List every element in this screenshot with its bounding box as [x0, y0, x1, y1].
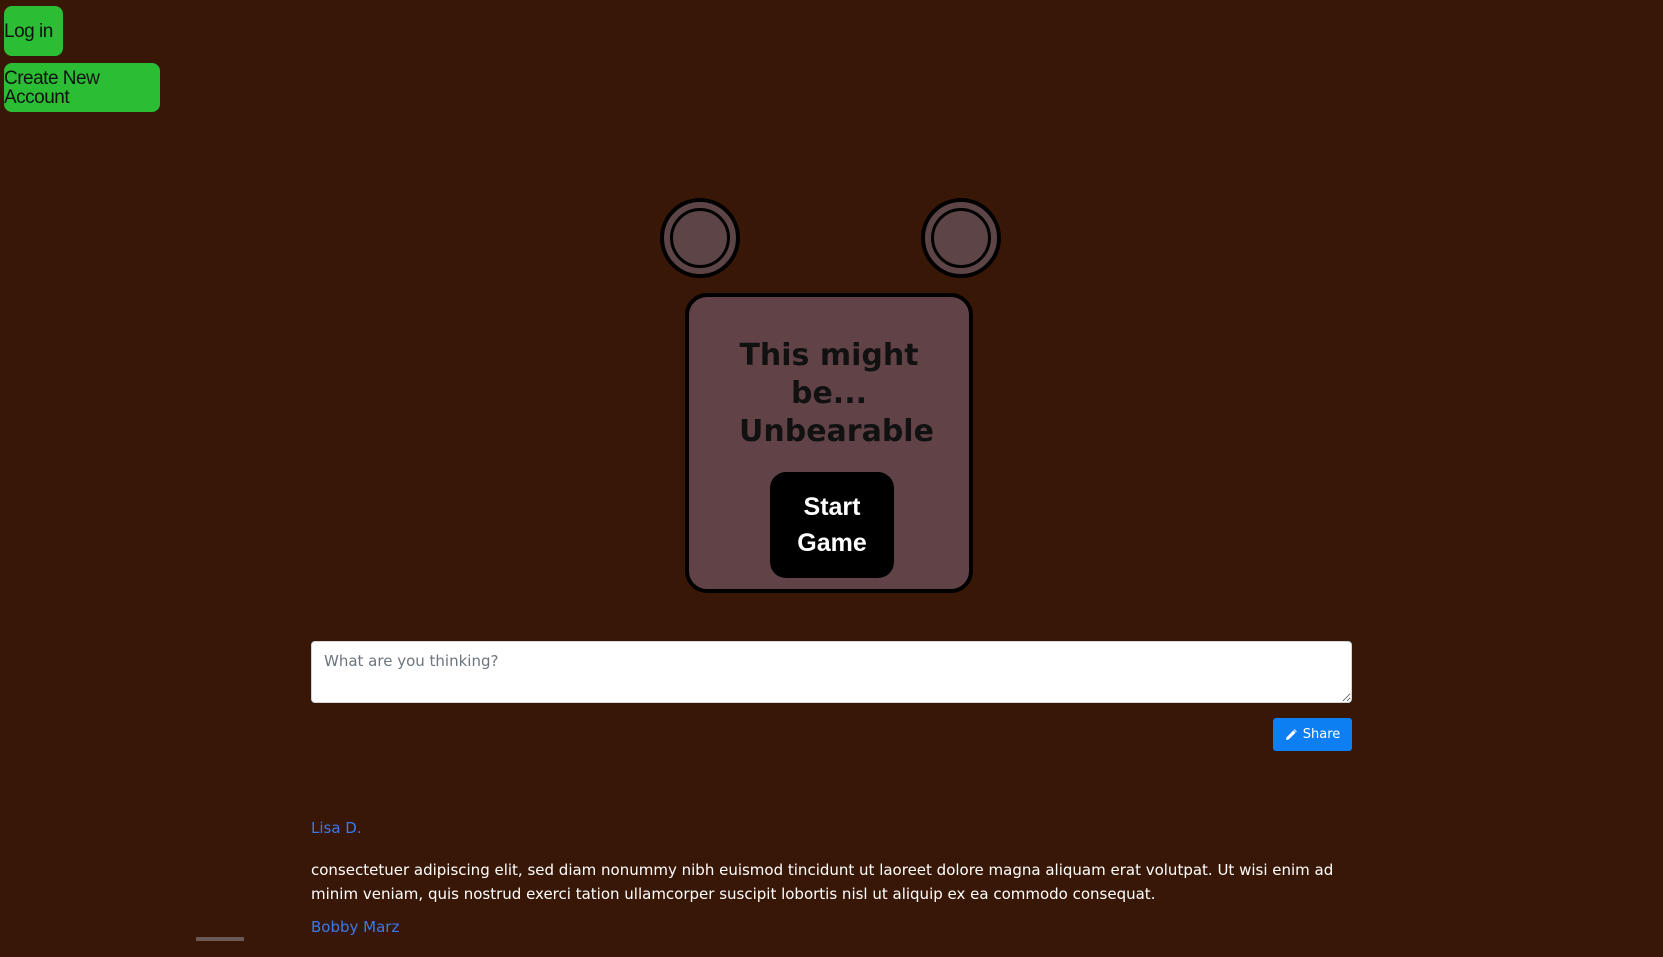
page-headline: This might be... Unbearable: [739, 338, 934, 449]
bear-left-ear: [660, 198, 740, 278]
bear-right-ear: [921, 198, 1001, 278]
post-input[interactable]: [311, 641, 1352, 703]
share-button[interactable]: Share: [1273, 718, 1352, 751]
comment-item: Bobby Marz: [311, 916, 1352, 938]
comment-author-link[interactable]: Lisa D.: [311, 817, 1352, 839]
comment-list: Lisa D. consectetuer adipiscing elit, se…: [311, 817, 1352, 957]
pencil-icon: [1285, 728, 1297, 741]
bear-face-panel: This might be... Unbearable Start Game: [685, 293, 973, 593]
login-button[interactable]: Log in: [4, 6, 63, 56]
start-game-button[interactable]: Start Game: [770, 472, 894, 578]
bear-graphic: This might be... Unbearable Start Game: [0, 0, 1663, 600]
comment-text: consectetuer adipiscing elit, sed diam n…: [311, 861, 1334, 903]
comment-author-link[interactable]: Bobby Marz: [311, 916, 1352, 938]
create-account-button[interactable]: Create New Account: [4, 63, 160, 112]
scrollbar-thumb[interactable]: [196, 937, 244, 941]
share-button-label: Share: [1302, 727, 1341, 742]
comment-item: Lisa D. consectetuer adipiscing elit, se…: [311, 817, 1352, 906]
